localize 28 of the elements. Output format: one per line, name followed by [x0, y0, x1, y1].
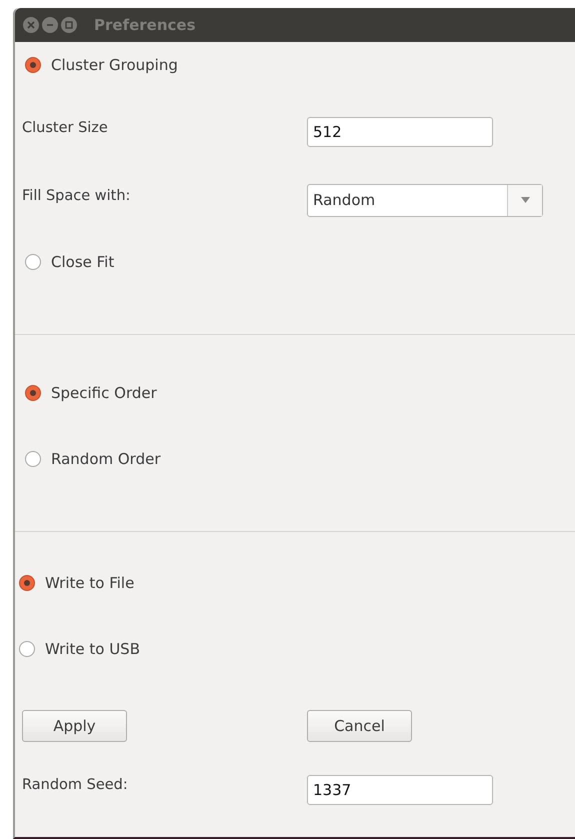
maximize-button[interactable] [61, 17, 77, 33]
radio-label: Write to USB [45, 640, 140, 658]
radio-label: Cluster Grouping [51, 56, 178, 74]
window-title: Preferences [94, 16, 196, 34]
close-button[interactable] [23, 17, 39, 33]
radio-button[interactable] [19, 641, 35, 657]
radio-label: Write to File [45, 574, 134, 592]
close-icon [27, 21, 35, 29]
field-label: Cluster Size [22, 120, 109, 136]
cancel-button[interactable]: Cancel [307, 710, 412, 742]
maximize-icon [65, 21, 73, 29]
apply-button[interactable]: Apply [22, 710, 127, 742]
field-label: Fill Space with: [22, 188, 132, 204]
radio-button[interactable] [25, 385, 41, 401]
minimize-icon [46, 21, 54, 29]
radio-label: Random Order [51, 450, 160, 468]
minimize-button[interactable] [42, 17, 58, 33]
fill-space-dropdown[interactable]: Random [307, 184, 543, 216]
radio-button[interactable] [25, 57, 41, 73]
radio-button[interactable] [25, 254, 41, 270]
caret-icon [520, 197, 530, 203]
radio-label: Close Fit [51, 253, 114, 271]
field-label: Random Seed: [22, 777, 129, 793]
cluster-size-field[interactable]: 512 [307, 117, 493, 147]
radio-label: Specific Order [51, 384, 157, 402]
radio-button[interactable] [25, 451, 41, 467]
radio-button[interactable] [19, 575, 35, 591]
random-seed-field[interactable]: 1337 [307, 775, 493, 805]
